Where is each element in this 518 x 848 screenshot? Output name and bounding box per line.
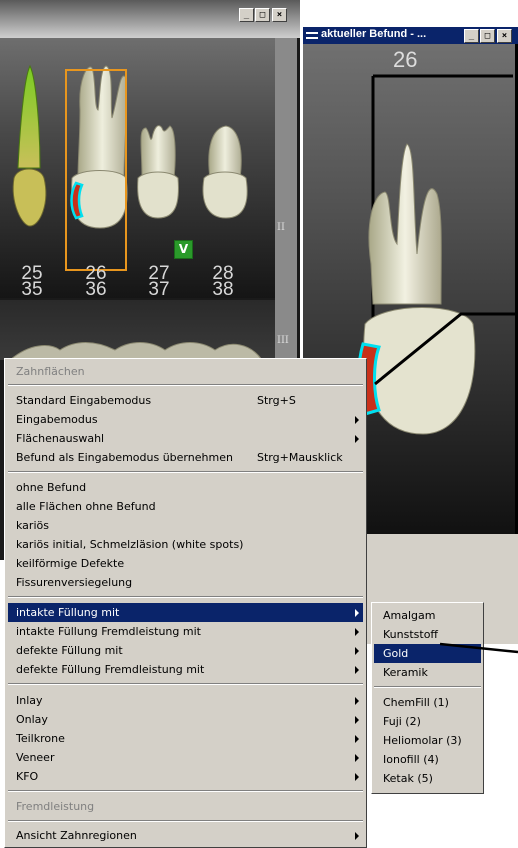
menu-item-befund-uebernehmen[interactable]: Befund als Eingabemodus übernehmen Strg+M…: [8, 448, 363, 467]
tooth-number-36: 36: [85, 279, 107, 300]
menu-item-kfo[interactable]: KFO: [8, 767, 363, 786]
submenu-arrow-icon: [355, 716, 359, 724]
menu-item-standard-eingabemodus[interactable]: Standard Eingabemodus Strg+S: [8, 391, 363, 410]
tooth-26[interactable]: [70, 65, 128, 229]
menu-item-defekte-fuellung-fremdleistung[interactable]: defekte Füllung Fremdleistung mit: [8, 660, 363, 679]
quadrant-mark-iii: III: [277, 335, 289, 346]
submenu-arrow-icon: [355, 754, 359, 762]
minimize-button[interactable]: _: [239, 8, 254, 22]
submenu-arrow-icon: [355, 832, 359, 840]
menu-item-alle-flaechen-ohne-befund[interactable]: alle Flächen ohne Befund: [8, 497, 363, 516]
quadrant-mark-ii: II: [277, 222, 285, 233]
submenu-arrow-icon: [355, 735, 359, 743]
submenu-item-keramik[interactable]: Keramik: [374, 663, 481, 682]
menu-item-onlay[interactable]: Onlay: [8, 710, 363, 729]
submenu-item-amalgam[interactable]: Amalgam: [374, 606, 481, 625]
submenu-arrow-icon: [355, 773, 359, 781]
tooth-number-37: 37: [148, 279, 170, 300]
menu-item-veneer[interactable]: Veneer: [8, 748, 363, 767]
submenu-item-ionofill[interactable]: Ionofill (4): [374, 750, 481, 769]
submenu-arrow-icon: [355, 416, 359, 424]
submenu-arrow-icon: [355, 666, 359, 674]
annotation-line: [440, 642, 518, 654]
menu-item-karioes-initial[interactable]: kariös initial, Schmelzläsion (white spo…: [8, 535, 363, 554]
quadrant-scrollbar[interactable]: [275, 38, 297, 368]
menu-header-zahnflaechen: Zahnflächen: [16, 365, 85, 378]
tooth-number-35: 35: [21, 279, 43, 300]
menu-item-keilfoermige-defekte[interactable]: keilförmige Defekte: [8, 554, 363, 573]
menu-separator: [8, 384, 363, 386]
tooth-number-38: 38: [212, 279, 234, 300]
context-menu: Zahnflächen Standard Eingabemodus Strg+S …: [4, 358, 367, 848]
menu-item-intakte-fuellung-fremdleistung[interactable]: intakte Füllung Fremdleistung mit: [8, 622, 363, 641]
submenu-arrow-icon: [355, 609, 359, 617]
menu-separator: [374, 686, 481, 688]
window-app-icon: [306, 32, 318, 39]
menu-item-fremdleistung: Fremdleistung: [16, 800, 95, 813]
submenu-arrow-icon: [355, 697, 359, 705]
menu-item-defekte-fuellung[interactable]: defekte Füllung mit: [8, 641, 363, 660]
submenu-item-heliomolar[interactable]: Heliomolar (3): [374, 731, 481, 750]
status-badge[interactable]: V: [174, 240, 193, 259]
right-close-button[interactable]: ×: [497, 29, 512, 43]
tooth-25[interactable]: [12, 64, 47, 227]
menu-item-teilkrone[interactable]: Teilkrone: [8, 729, 363, 748]
right-minimize-button[interactable]: _: [464, 29, 479, 43]
close-button[interactable]: ×: [272, 8, 287, 22]
submenu-item-fuji[interactable]: Fuji (2): [374, 712, 481, 731]
submenu-arrow-icon: [355, 435, 359, 443]
menu-item-inlay[interactable]: Inlay: [8, 691, 363, 710]
menu-item-ohne-befund[interactable]: ohne Befund: [8, 478, 363, 497]
menu-item-eingabemodus[interactable]: Eingabemodus: [8, 410, 363, 429]
maximize-button[interactable]: □: [255, 8, 270, 22]
menu-separator: [8, 790, 363, 792]
submenu-item-chemfill[interactable]: ChemFill (1): [374, 693, 481, 712]
submenu-item-ketak[interactable]: Ketak (5): [374, 769, 481, 788]
filling-material-submenu: Amalgam Kunststoff Gold Keramik ChemFill…: [371, 602, 484, 794]
submenu-arrow-icon: [355, 628, 359, 636]
menu-separator: [8, 596, 363, 598]
menu-item-ansicht-zahnregionen[interactable]: Ansicht Zahnregionen: [8, 826, 363, 845]
menu-separator: [8, 820, 363, 822]
window-title: aktueller Befund - ...: [321, 28, 427, 40]
menu-item-karioes[interactable]: kariös: [8, 516, 363, 535]
menu-item-fissurenversiegelung[interactable]: Fissurenversiegelung: [8, 573, 363, 592]
menu-separator: [8, 471, 363, 473]
menu-item-intakte-fuellung[interactable]: intakte Füllung mit: [8, 603, 363, 622]
tooth-28[interactable]: [202, 125, 248, 219]
tooth-illustrations: [9, 64, 263, 360]
menu-item-flaechenauswahl[interactable]: Flächenauswahl: [8, 429, 363, 448]
right-maximize-button[interactable]: □: [480, 29, 495, 43]
tooth-27[interactable]: [137, 125, 179, 219]
submenu-arrow-icon: [355, 647, 359, 655]
menu-separator: [8, 683, 363, 685]
